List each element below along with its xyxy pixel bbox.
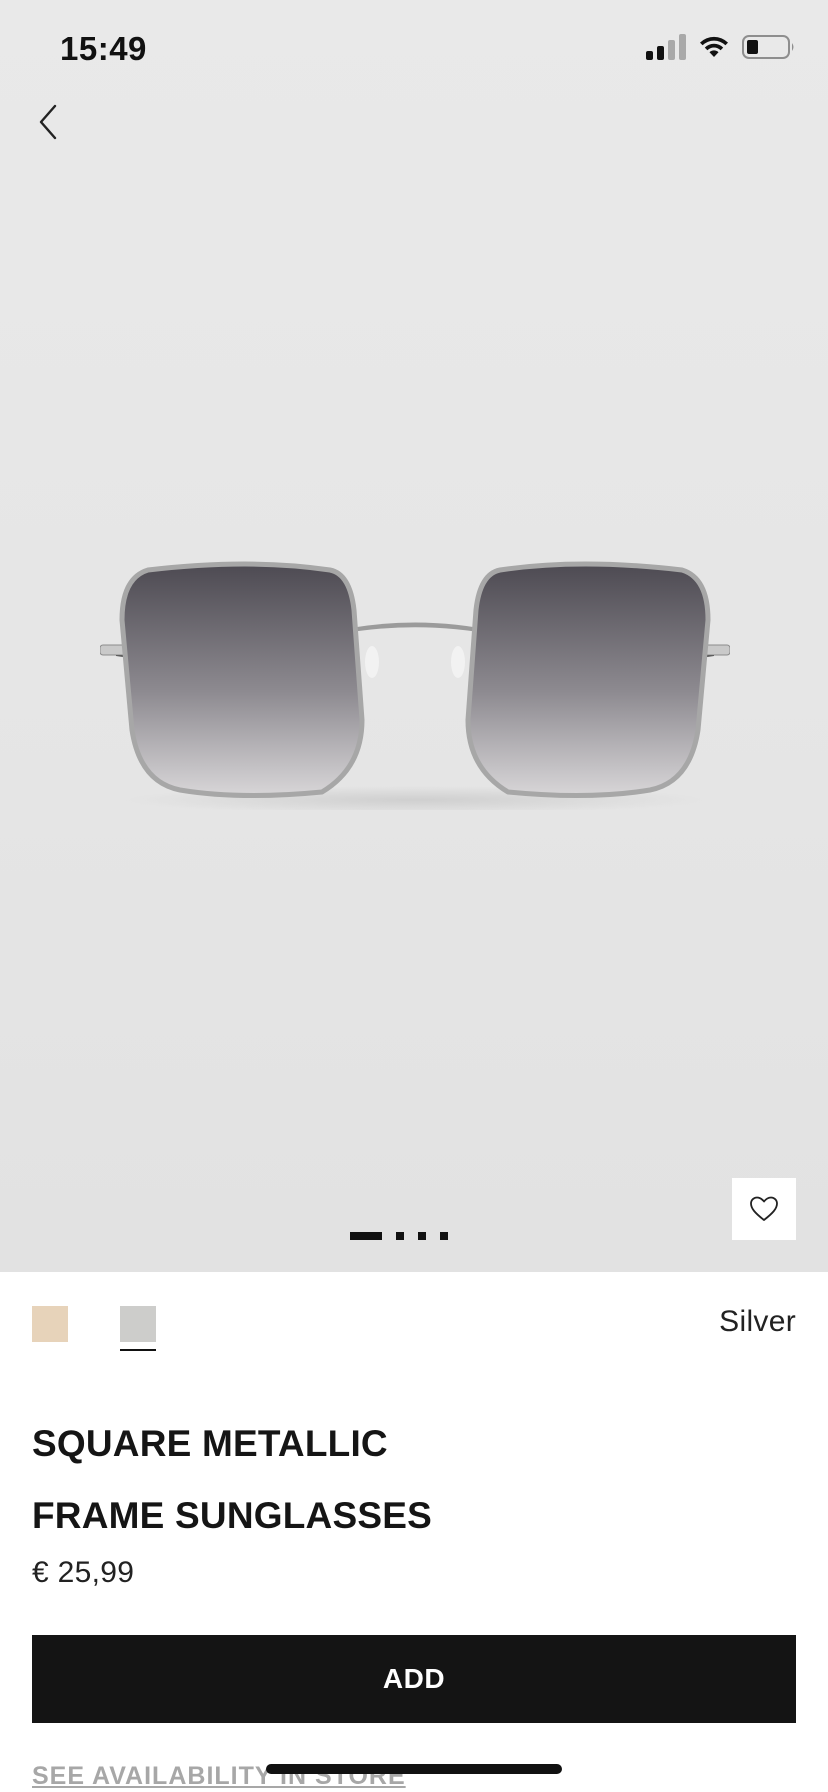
status-bar: 15:49 [0,0,828,100]
wifi-icon [700,36,728,57]
selected-swatch-indicator [120,1349,156,1351]
selected-color-label: Silver [719,1305,796,1338]
cellular-signal-icon [646,34,686,60]
home-indicator[interactable] [266,1764,562,1774]
back-button[interactable] [26,100,70,144]
status-time: 15:49 [60,30,147,67]
product-image [100,561,730,810]
product-price: € 25,99 [32,1556,135,1589]
product-title-line: FRAME SUNGLASSES [32,1495,432,1536]
chevron-left-icon [39,104,57,140]
pager-dot[interactable] [440,1232,448,1240]
pager-dot-active[interactable] [350,1232,382,1240]
add-to-bag-button[interactable]: ADD [32,1635,796,1723]
wishlist-button[interactable] [732,1178,796,1240]
product-title: SQUARE METALLIC FRAME SUNGLASSES [32,1408,792,1552]
status-icons [646,34,796,60]
product-image-gallery[interactable]: 15:49 [0,0,828,1272]
color-swatch-silver[interactable] [120,1306,156,1342]
product-title-line: SQUARE METALLIC [32,1423,388,1464]
heart-outline-icon [750,1196,778,1221]
pager-dot[interactable] [396,1232,404,1240]
image-pager[interactable] [350,1232,448,1240]
battery-icon [742,35,794,59]
pager-dot[interactable] [418,1232,426,1240]
color-swatch-beige[interactable] [32,1306,68,1342]
product-detail-screen: 15:49 Silver SQUARE METALLIC FRAME SUNGL… [0,0,828,1792]
